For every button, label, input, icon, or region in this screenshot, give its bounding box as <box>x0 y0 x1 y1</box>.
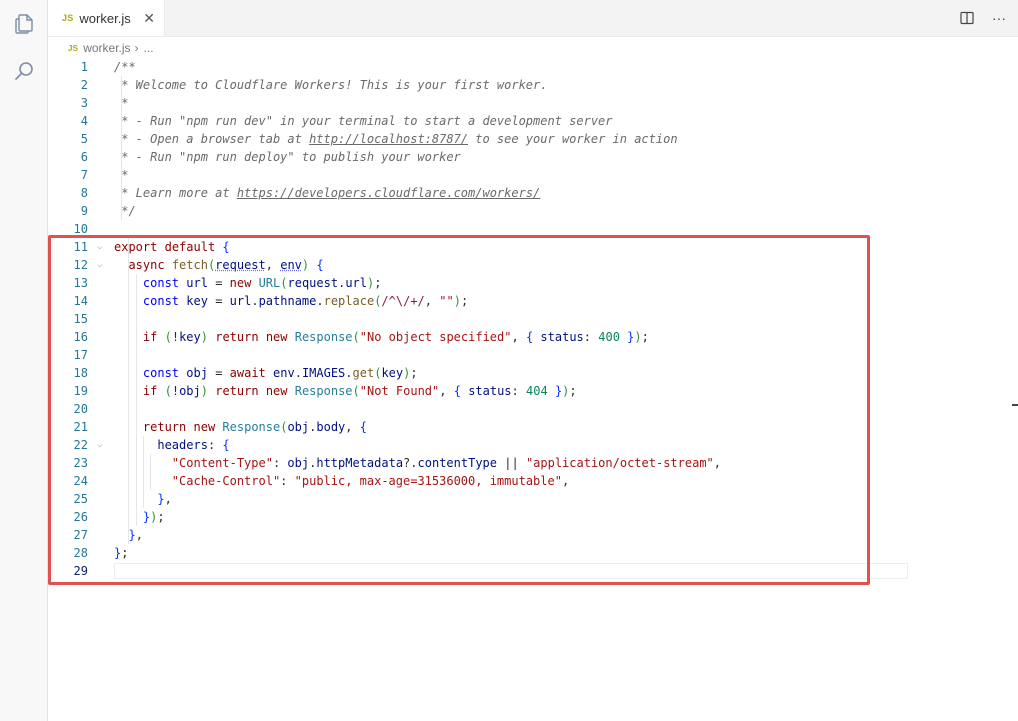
breadcrumb: JS worker.js › ... <box>48 37 1018 59</box>
code-text: * Welcome to Cloudflare Workers! This is… <box>114 78 548 92</box>
more-actions-icon[interactable]: ··· <box>990 9 1008 27</box>
code-text: */ <box>114 204 136 218</box>
code-line[interactable]: 7 * <box>48 166 1008 184</box>
code-text: * - Run "npm run deploy" to publish your… <box>114 150 461 164</box>
code-line[interactable]: 1 /** <box>48 58 1008 76</box>
code-text: /** <box>114 60 136 74</box>
tab-bar: JS worker.js ✕ ··· <box>48 0 1018 37</box>
tab-label: worker.js <box>79 10 131 26</box>
search-icon[interactable] <box>10 57 38 85</box>
code-text: * - Open a browser tab at http://localho… <box>114 132 678 146</box>
code-line[interactable]: 9 */ <box>48 202 1008 220</box>
line-number: 8 <box>80 186 88 200</box>
files-icon[interactable] <box>10 10 38 38</box>
js-file-icon: JS <box>68 43 79 53</box>
line-number: 6 <box>80 150 88 164</box>
activity-bar <box>0 0 48 721</box>
breadcrumb-file[interactable]: worker.js <box>83 41 130 55</box>
line-number: 1 <box>80 60 88 74</box>
chevron-right-icon: › <box>134 41 139 55</box>
close-icon[interactable]: ✕ <box>143 10 155 26</box>
breadcrumb-more[interactable]: ... <box>144 41 154 55</box>
code-line[interactable]: 6 * - Run "npm run deploy" to publish yo… <box>48 148 1008 166</box>
code-line[interactable]: 5 * - Open a browser tab at http://local… <box>48 130 1008 148</box>
indent-guide <box>121 76 122 220</box>
tab-actions: ··· <box>958 9 1008 27</box>
line-number: 4 <box>80 114 88 128</box>
split-editor-icon[interactable] <box>958 9 976 27</box>
code-line[interactable]: 3 * <box>48 94 1008 112</box>
line-number: 9 <box>80 204 88 218</box>
line-number: 2 <box>80 78 88 92</box>
code-text: * - Run "npm run dev" in your terminal t… <box>114 114 613 128</box>
code-line[interactable]: 8 * Learn more at https://developers.clo… <box>48 184 1008 202</box>
scrollbar-marker <box>1012 404 1018 406</box>
js-file-icon: JS <box>62 13 74 23</box>
line-number: 3 <box>80 96 88 110</box>
code-line[interactable]: 2 * Welcome to Cloudflare Workers! This … <box>48 76 1008 94</box>
line-number: 7 <box>80 168 88 182</box>
highlight-box <box>48 235 870 585</box>
line-number: 5 <box>80 132 88 146</box>
code-line[interactable]: 4 * - Run "npm run dev" in your terminal… <box>48 112 1008 130</box>
tab-worker-js[interactable]: JS worker.js ✕ <box>48 0 165 36</box>
code-text: * Learn more at https://developers.cloud… <box>114 186 541 200</box>
